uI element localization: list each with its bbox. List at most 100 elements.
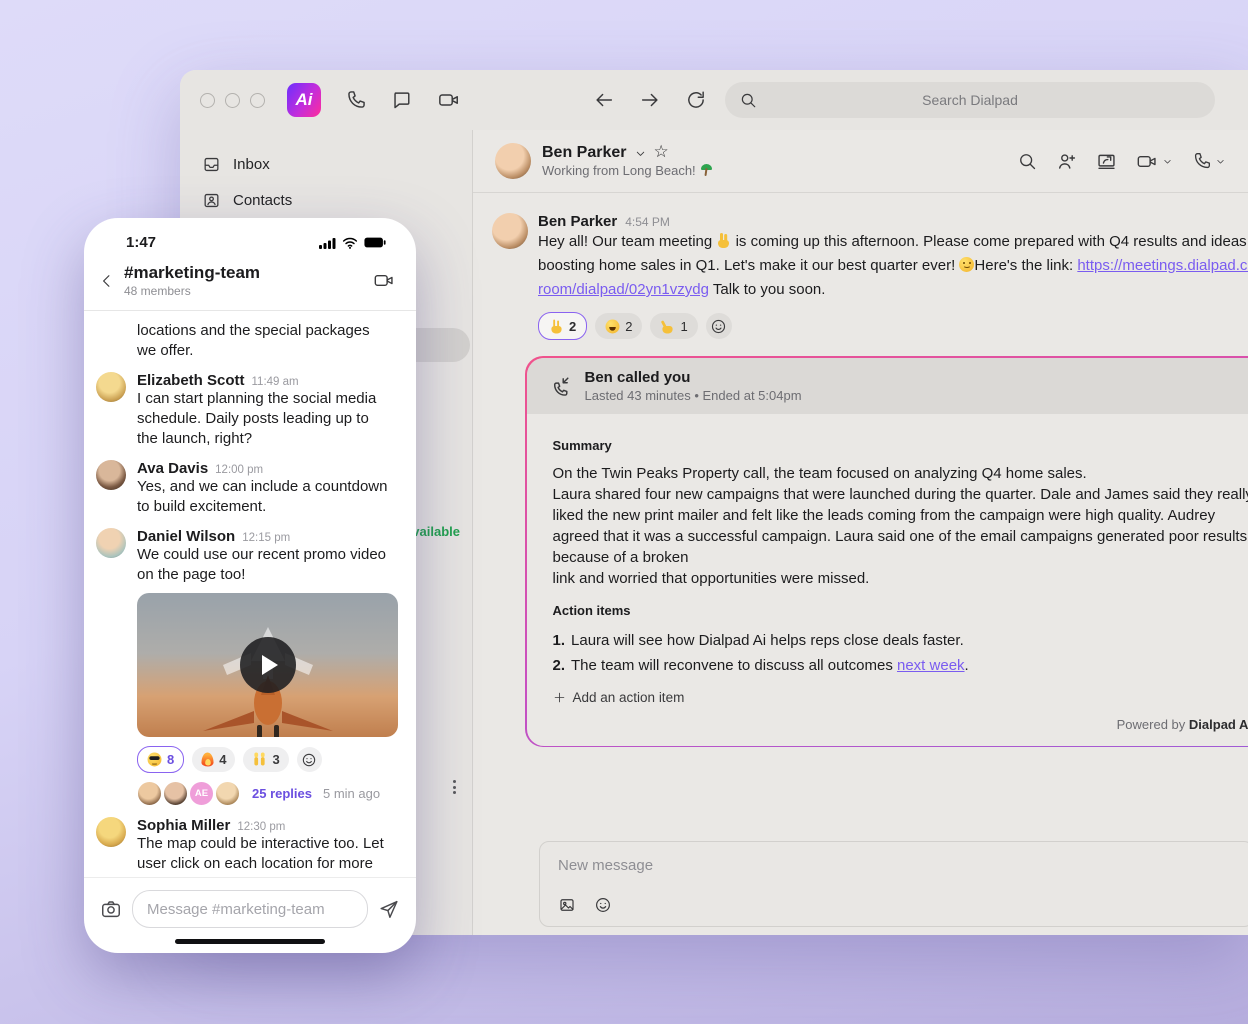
avatar[interactable] — [492, 213, 528, 249]
send-icon[interactable] — [378, 898, 400, 920]
avatar[interactable] — [96, 460, 126, 490]
message-text-line: Hey all! Our team meeting is coming up t… — [538, 230, 1248, 254]
message-ava-davis: Ava Davis12:00 pm Yes, and we can includ… — [96, 460, 398, 517]
new-message-composer[interactable]: New message — [539, 841, 1248, 927]
message-author: Ben Parker — [538, 213, 617, 230]
reply-avatar — [137, 781, 162, 806]
battery-icon — [364, 237, 386, 248]
summary-line: link and worried that opportunities were… — [553, 568, 1248, 589]
message-text-line: on the page too! — [137, 565, 398, 585]
reaction-victory-hand[interactable]: 2 — [538, 312, 587, 340]
message-timestamp: 12:30 pm — [237, 821, 285, 833]
message-text-line: the launch, right? — [137, 429, 376, 449]
message-author: Daniel Wilson — [137, 528, 235, 545]
meeting-link[interactable]: room/dialpad/02yn1vzydg — [538, 281, 709, 298]
add-person-icon[interactable] — [1056, 151, 1077, 172]
dialpad-ai-logo: Ai — [287, 83, 321, 117]
search-placeholder: Search Dialpad — [725, 92, 1215, 108]
contacts-icon — [202, 191, 221, 210]
minimize-window-button[interactable] — [225, 93, 240, 108]
play-button[interactable] — [240, 637, 296, 693]
add-reaction-button[interactable] — [297, 747, 322, 772]
message-input[interactable] — [132, 890, 368, 928]
call-card-header[interactable]: Ben called you Lasted 43 minutes • Ended… — [527, 358, 1248, 414]
back-button[interactable] — [593, 89, 615, 111]
message-sophia-miller: Sophia Miller12:30 pm The map could be i… — [96, 817, 398, 877]
conversation-kebab-menu[interactable] — [453, 780, 456, 794]
chevron-down-icon[interactable] — [634, 147, 647, 160]
add-action-item-button[interactable]: Add an action item — [553, 690, 1248, 705]
add-reaction-button[interactable] — [706, 313, 732, 339]
sidebar-item-contacts[interactable]: Contacts — [180, 182, 472, 218]
laughing-face-emoji — [606, 319, 620, 333]
channel-members-count[interactable]: 48 members — [124, 284, 260, 298]
close-window-button[interactable] — [200, 93, 215, 108]
fire-emoji — [202, 753, 214, 767]
message-list: Ben Parker 4:54 PM Hey all! Our team mee… — [473, 193, 1248, 935]
avatar[interactable] — [96, 528, 126, 558]
reaction-count: 1 — [680, 319, 687, 334]
reaction-laughing-face[interactable]: 2 — [595, 313, 642, 339]
next-week-link[interactable]: next week — [897, 657, 965, 674]
plus-icon — [553, 691, 566, 704]
meeting-link[interactable]: https://meetings.dialpad.com/ — [1077, 257, 1248, 274]
reaction-raised-hands[interactable]: 3 — [243, 747, 288, 772]
promo-video-thumbnail[interactable] — [137, 593, 398, 737]
messages-tab-icon[interactable] — [391, 89, 413, 111]
chat-title[interactable]: Ben Parker — [542, 144, 627, 162]
message-timestamp: 12:15 pm — [242, 532, 290, 544]
phone-status-bar: 1:47 — [84, 218, 416, 255]
meetings-tab-icon[interactable] — [437, 89, 461, 111]
emoji-picker-icon[interactable] — [594, 896, 612, 914]
reaction-thumbs-up[interactable]: 1 — [650, 313, 697, 339]
reply-avatar-initials: AE — [189, 781, 214, 806]
start-call-button[interactable] — [1192, 151, 1226, 171]
cool-face-emoji — [148, 753, 162, 767]
message-text-line: boosting home sales in Q1. Let's make it… — [538, 254, 1248, 278]
call-card-title: Ben called you — [585, 369, 802, 386]
thread-replies-row[interactable]: AE 25 replies 5 min ago — [137, 781, 398, 806]
message-text-line: details. — [137, 874, 384, 877]
summary-line: because of a broken — [553, 547, 1248, 568]
reaction-cool-face[interactable]: 8 — [137, 746, 184, 773]
phone-icon — [1192, 151, 1212, 171]
message-text-line: The map could be interactive too. Let — [137, 834, 384, 854]
global-search-bar[interactable]: Search Dialpad — [725, 82, 1215, 118]
avatar[interactable] — [96, 372, 126, 402]
back-chevron-icon[interactable] — [98, 272, 116, 290]
camera-icon[interactable] — [100, 898, 122, 920]
raised-hands-emoji — [253, 753, 267, 767]
summary-line: Laura shared four new campaigns that wer… — [553, 484, 1248, 505]
replies-time: 5 min ago — [323, 786, 380, 801]
ben-parker-avatar[interactable] — [495, 143, 531, 179]
start-video-call-button[interactable] — [1136, 151, 1173, 172]
phone-composer — [84, 877, 416, 932]
action-item: 1.Laura will see how Dialpad Ai helps re… — [553, 628, 1248, 653]
reaction-fire[interactable]: 4 — [192, 747, 235, 772]
replies-count-link[interactable]: 25 replies — [252, 786, 312, 801]
favorite-star-icon[interactable]: ☆ — [654, 142, 669, 162]
call-summary-card: Ben called you Lasted 43 minutes • Ended… — [525, 356, 1248, 747]
message-daniel-wilson: Daniel Wilson12:15 pm We could use our r… — [96, 528, 398, 806]
palm-tree-emoji — [700, 164, 713, 177]
calls-tab-icon[interactable] — [345, 89, 367, 111]
home-indicator[interactable] — [175, 939, 325, 944]
reaction-row: 8 4 3 — [137, 746, 398, 773]
forward-button[interactable] — [639, 89, 661, 111]
sidebar-item-label: Contacts — [233, 192, 292, 209]
victory-hand-emoji — [550, 319, 564, 333]
search-in-conversation-icon[interactable] — [1017, 151, 1037, 171]
channel-video-call-icon[interactable] — [373, 270, 396, 291]
avatar[interactable] — [96, 817, 126, 847]
maximize-window-button[interactable] — [250, 93, 265, 108]
attach-image-icon[interactable] — [558, 896, 576, 914]
sidebar-item-inbox[interactable]: Inbox — [180, 146, 472, 182]
powered-by-label: Powered by Dialpad Ai — [553, 717, 1248, 732]
channel-name[interactable]: #marketing-team — [124, 263, 260, 283]
inbox-icon — [202, 155, 221, 174]
refresh-button[interactable] — [685, 89, 707, 111]
summary-line: On the Twin Peaks Property call, the tea… — [553, 463, 1248, 484]
share-screen-icon[interactable] — [1096, 151, 1117, 172]
chevron-down-icon — [1162, 156, 1173, 167]
window-controls[interactable] — [200, 93, 265, 108]
